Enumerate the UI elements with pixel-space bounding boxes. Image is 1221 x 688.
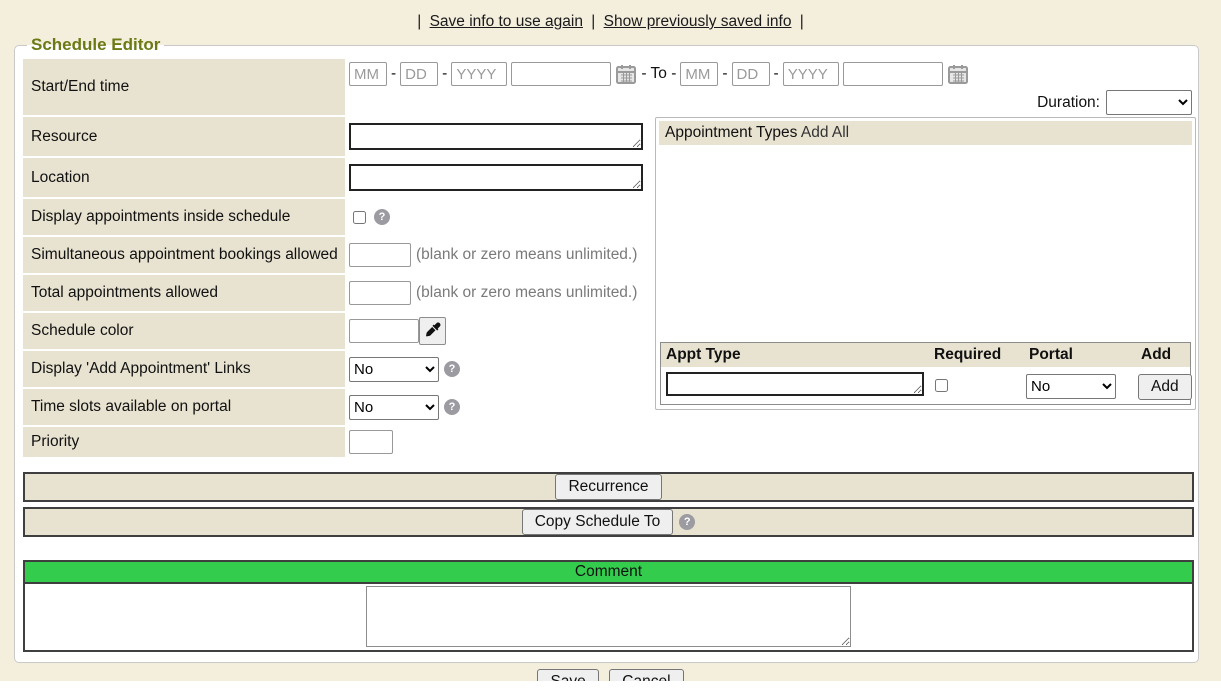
eyedropper-icon (425, 322, 441, 341)
simultaneous-row: Simultaneous appointment bookings allowe… (23, 237, 651, 273)
start-month-input[interactable] (349, 62, 387, 86)
add-column-header: Add (1136, 343, 1186, 367)
date-separator: - (391, 65, 396, 83)
add-appointment-type-button[interactable]: Add (1138, 374, 1192, 400)
display-inside-checkbox[interactable] (353, 211, 366, 224)
portal-select[interactable]: No (1026, 374, 1116, 399)
total-appointments-input[interactable] (349, 281, 411, 305)
start-day-input[interactable] (400, 62, 438, 86)
help-icon[interactable]: ? (679, 514, 695, 530)
save-button[interactable]: Save (537, 669, 598, 681)
required-checkbox[interactable] (935, 379, 948, 392)
start-time-input[interactable] (511, 62, 611, 86)
end-year-input[interactable] (783, 62, 839, 86)
appointment-types-title: Appointment Types (665, 124, 797, 141)
date-separator: - (442, 65, 447, 83)
start-end-time-row: Start/End time - - (23, 59, 1196, 115)
display-inside-label: Display appointments inside schedule (23, 199, 345, 235)
appointment-type-input-row: No Add (661, 369, 1190, 404)
appointment-types-list (659, 145, 1192, 341)
date-separator: - (774, 65, 779, 83)
appointment-type-add-table: Appt Type Required Portal Add No (660, 342, 1191, 405)
required-column-header: Required (929, 343, 1024, 367)
schedule-editor-page: | Save info to use again | Show previous… (0, 0, 1221, 681)
page-title: Schedule Editor (27, 35, 164, 55)
total-appointments-row: Total appointments allowed (blank or zer… (23, 275, 651, 311)
end-day-input[interactable] (732, 62, 770, 86)
total-appointments-hint: (blank or zero means unlimited.) (416, 284, 637, 302)
portal-column-header: Portal (1024, 343, 1136, 367)
appt-type-input[interactable] (666, 372, 924, 396)
simultaneous-hint: (blank or zero means unlimited.) (416, 246, 637, 264)
resource-input[interactable] (349, 123, 643, 150)
pipe-separator: | (591, 13, 595, 30)
portal-slots-select[interactable]: No (349, 395, 439, 420)
schedule-color-input[interactable] (349, 319, 419, 343)
appointment-types-panel: Appointment Types Add All Appt Type Requ… (655, 117, 1196, 410)
end-time-input[interactable] (843, 62, 943, 86)
add-appointment-links-select[interactable]: No (349, 357, 439, 382)
recurrence-button[interactable]: Recurrence (555, 474, 661, 500)
show-previously-saved-link[interactable]: Show previously saved info (604, 13, 792, 30)
start-end-time-label: Start/End time (23, 59, 345, 115)
save-info-link[interactable]: Save info to use again (430, 13, 583, 30)
schedule-editor-fieldset: Schedule Editor Start/End time - - (14, 35, 1199, 663)
end-month-input[interactable] (680, 62, 718, 86)
add-appointment-links-label: Display 'Add Appointment' Links (23, 351, 345, 387)
priority-row: Priority (23, 427, 651, 457)
form-actions: Save Cancel (0, 669, 1221, 681)
help-icon[interactable]: ? (444, 361, 460, 377)
copy-schedule-button[interactable]: Copy Schedule To (522, 509, 674, 535)
comment-header: Comment (25, 562, 1192, 584)
location-label: Location (23, 158, 345, 197)
comment-section: Comment (23, 560, 1194, 652)
portal-slots-label: Time slots available on portal (23, 389, 345, 425)
duration-label: Duration: (1037, 94, 1100, 112)
schedule-color-label: Schedule color (23, 313, 345, 349)
top-links: | Save info to use again | Show previous… (0, 0, 1221, 31)
help-icon[interactable]: ? (444, 399, 460, 415)
pipe-separator: | (800, 13, 804, 30)
simultaneous-label: Simultaneous appointment bookings allowe… (23, 237, 345, 273)
comment-textarea[interactable] (366, 586, 851, 647)
appointment-type-table-header: Appt Type Required Portal Add (661, 343, 1190, 369)
resource-row: Resource (23, 117, 651, 156)
duration-select[interactable] (1106, 90, 1192, 115)
start-year-input[interactable] (451, 62, 507, 86)
add-appointment-links-row: Display 'Add Appointment' Links No ? (23, 351, 651, 387)
start-calendar-icon[interactable] (615, 63, 637, 85)
total-appointments-label: Total appointments allowed (23, 275, 345, 311)
resource-label: Resource (23, 117, 345, 156)
recurrence-bar: Recurrence (23, 472, 1194, 502)
schedule-color-row: Schedule color (23, 313, 651, 349)
location-input[interactable] (349, 164, 643, 191)
date-separator: - (722, 65, 727, 83)
add-all-link[interactable]: Add All (801, 124, 849, 141)
appt-type-column-header: Appt Type (661, 343, 929, 367)
to-text: - To - (641, 65, 676, 83)
display-inside-row: Display appointments inside schedule ? (23, 199, 651, 235)
help-icon[interactable]: ? (374, 209, 390, 225)
pipe-separator: | (417, 13, 421, 30)
location-row: Location (23, 158, 651, 197)
cancel-button[interactable]: Cancel (609, 669, 683, 681)
portal-slots-row: Time slots available on portal No ? (23, 389, 651, 425)
appointment-types-header: Appointment Types Add All (659, 121, 1192, 145)
priority-input[interactable] (349, 430, 393, 454)
copy-schedule-bar: Copy Schedule To ? (23, 507, 1194, 537)
color-picker-button[interactable] (419, 317, 446, 345)
end-calendar-icon[interactable] (947, 63, 969, 85)
priority-label: Priority (23, 427, 345, 457)
simultaneous-input[interactable] (349, 243, 411, 267)
